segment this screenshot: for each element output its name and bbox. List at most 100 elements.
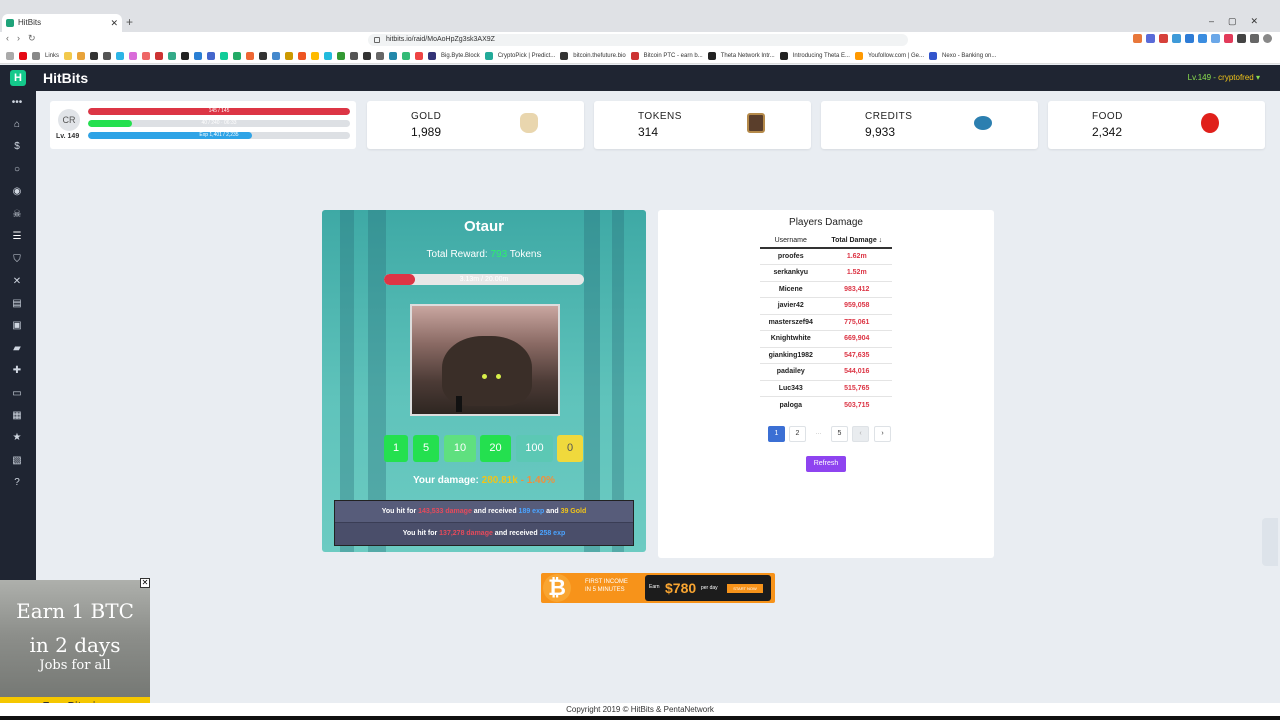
folder-icon[interactable] [32,51,40,60]
col-username[interactable]: Username [760,234,822,249]
bookmark-icon[interactable] [285,51,294,60]
prev-page-button[interactable]: ‹ [852,426,869,442]
bookmark-icon[interactable] [707,51,716,60]
refresh-button[interactable]: Refresh [806,456,846,472]
bookmark-icon[interactable] [376,51,385,60]
bookmark-icon[interactable] [103,51,112,60]
bookmark-cryptopick[interactable]: CryptoPick | Predict... [498,53,556,59]
bookmark-icon[interactable] [77,51,86,60]
bookmark-bigbyteblock[interactable]: Big.Byte.Block [441,53,480,59]
bookmark-bitcointhefuture[interactable]: bitcoin.thefuture.bio [573,53,625,59]
bookmark-icon[interactable] [311,51,320,60]
home-icon[interactable]: ⌂ [11,119,23,131]
page-1-button[interactable]: 1 [768,426,785,442]
hp-bar: 145 / 145 [88,108,350,115]
bookmark-icon[interactable] [350,51,359,60]
help-icon[interactable]: ? [11,477,23,489]
hit-1-button[interactable]: 1 [384,435,408,462]
hit-10-button[interactable]: 10 [444,435,476,462]
extension-icons[interactable] [1133,34,1272,43]
store-icon[interactable]: ▤ [11,298,23,310]
nav-buttons[interactable]: ‹›↻ [6,33,44,44]
bookmark-youfollow[interactable]: Youfollow.com | Ge... [868,53,924,59]
ad-banner[interactable]: ₿ FIRST INCOME IN 5 MINUTES Earn $780 per… [541,573,775,603]
bookmark-icon[interactable] [402,51,411,60]
bookmark-icon[interactable] [129,51,138,60]
token-chest-icon [747,113,765,133]
netflix-icon[interactable] [19,51,27,60]
list-icon[interactable]: ☰ [11,231,23,243]
bookmark-icon[interactable] [194,51,203,60]
bookmark-icon[interactable] [168,51,177,60]
eye-icon[interactable]: ◉ [11,186,23,198]
bookmark-icon[interactable] [64,51,73,60]
bookmark-introducing-theta[interactable]: Introducing Theta E... [793,53,850,59]
banner-cta[interactable]: START NOW [727,584,763,593]
bookmark-icon[interactable] [484,51,493,60]
bookmark-bitcoinptc[interactable]: Bitcoin PTC - earn b... [644,53,703,59]
bookmark-icon[interactable] [90,51,99,60]
apps-icon[interactable] [6,51,14,60]
more-icon[interactable]: ••• [11,97,23,109]
bookmark-theta-intro[interactable]: Theta Network Intr... [721,53,775,59]
hit-5-button[interactable]: 5 [413,435,439,462]
bookmark-icon[interactable] [220,51,229,60]
food-label: FOOD [1092,111,1123,122]
bookmark-icon[interactable] [854,51,863,60]
bookmark-icon[interactable] [389,51,398,60]
bookmark-icon[interactable] [324,51,333,60]
bookmark-nexo[interactable]: Nexo - Banking on... [942,53,996,59]
url-field[interactable]: hitbits.io/raid/MoAoHpZg3sk3AX9Z [368,34,908,46]
next-page-button[interactable]: › [874,426,891,442]
bookmark-icon[interactable] [142,51,151,60]
hit-20-button[interactable]: 20 [480,435,511,462]
side-widget-tab[interactable] [1262,518,1278,566]
bookmark-icon[interactable] [259,51,268,60]
bookmark-icon[interactable] [929,51,938,60]
star-icon[interactable]: ★ [11,432,23,444]
bookmark-links[interactable]: Links [45,53,59,59]
gamepad-icon[interactable]: ✚ [11,365,23,377]
user-menu[interactable]: Lv.149 - cryptofred ▾ [1188,73,1260,82]
card-icon[interactable]: ▭ [11,388,23,400]
swords-icon[interactable]: ✕ [11,276,23,288]
bookmark-icon[interactable] [779,51,788,60]
news-icon[interactable]: ▦ [11,410,23,422]
new-tab-icon[interactable]: + [126,15,133,29]
bookmark-icon[interactable] [630,51,639,60]
avatar[interactable]: CR [58,109,80,131]
brand-name[interactable]: HitBits [43,70,88,86]
window-controls[interactable]: –▢✕ [1209,16,1272,27]
bookmark-icon[interactable] [207,51,216,60]
book-icon[interactable]: ▣ [11,320,23,332]
hit-100-button[interactable]: 100 [516,435,553,462]
hitbits-logo-icon[interactable]: H [10,70,26,86]
bookmark-icon[interactable] [116,51,125,60]
backpack-icon[interactable]: ▰ [11,343,23,355]
close-tab-icon[interactable]: ✕ [110,14,118,32]
close-ad-icon[interactable]: ✕ [140,578,150,588]
page-2-button[interactable]: 2 [789,426,806,442]
bookmark-icon[interactable] [272,51,281,60]
bookmark-icon[interactable] [233,51,242,60]
browser-tab[interactable]: HitBits ✕ [2,14,122,32]
bookmark-icon[interactable] [246,51,255,60]
bookmark-icon[interactable] [337,51,346,60]
left-ad[interactable]: Earn 1 BTCin 2 days Jobs for all Earn Bi… [0,580,150,720]
bookmark-icon[interactable] [428,51,437,60]
dollar-icon[interactable]: $ [11,141,23,153]
bookmark-icon[interactable] [298,51,307,60]
clipboard-icon[interactable]: ▧ [11,455,23,467]
hit-max-button[interactable]: 0 [557,435,583,462]
food-card: FOOD 2,342 [1048,101,1265,149]
ring-icon[interactable]: ○ [11,164,23,176]
bookmark-icon[interactable] [415,51,424,60]
bookmark-icon[interactable] [560,51,569,60]
skull-icon[interactable]: ☠ [11,209,23,221]
bookmark-icon[interactable] [181,51,190,60]
bookmark-icon[interactable] [363,51,372,60]
page-5-button[interactable]: 5 [831,426,848,442]
col-total-damage[interactable]: Total Damage ↓ [821,234,892,249]
bookmark-icon[interactable] [155,51,164,60]
shield-icon[interactable]: ⛉ [11,254,23,266]
